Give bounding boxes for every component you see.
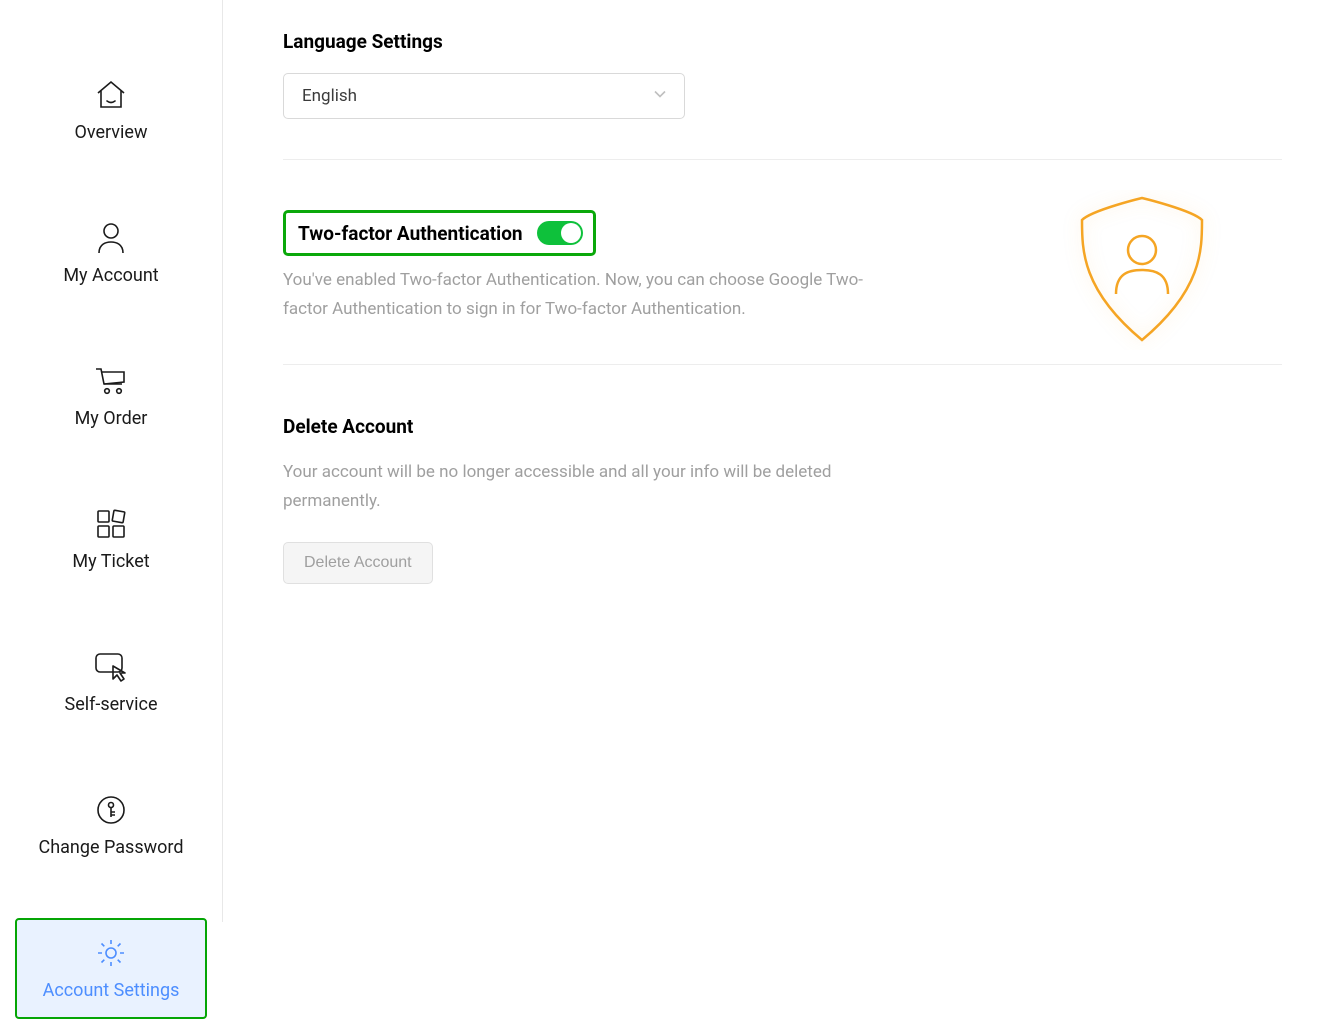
toggle-knob — [561, 223, 581, 243]
sidebar-item-label: My Ticket — [72, 551, 149, 572]
sidebar-item-self-service[interactable]: Self-service — [15, 632, 207, 733]
delete-account-description: Your account will be no longer accessibl… — [283, 458, 863, 516]
sidebar-item-my-ticket[interactable]: My Ticket — [15, 489, 207, 590]
delete-account-section: Delete Account Your account will be no l… — [283, 364, 1282, 624]
language-selected-value: English — [302, 86, 357, 106]
sidebar-item-label: Overview — [75, 122, 148, 143]
sidebar: Overview My Account My Order — [0, 0, 223, 922]
sidebar-item-overview[interactable]: Overview — [15, 60, 207, 161]
sidebar-item-account-settings[interactable]: Account Settings — [15, 918, 207, 1019]
sidebar-item-change-password[interactable]: Change Password — [15, 775, 207, 876]
home-icon — [94, 78, 128, 112]
two-factor-toggle[interactable] — [537, 221, 583, 245]
gear-icon — [96, 936, 126, 970]
two-factor-highlight: Two-factor Authentication — [283, 210, 596, 256]
main-content: Language Settings English Two-factor Aut… — [223, 0, 1342, 922]
language-select[interactable]: English — [283, 73, 685, 119]
delete-account-title: Delete Account — [283, 415, 1282, 438]
delete-account-button[interactable]: Delete Account — [283, 542, 433, 584]
chevron-down-icon — [652, 86, 668, 107]
sidebar-item-label: Self-service — [65, 694, 158, 715]
user-icon — [96, 221, 126, 255]
cursor-icon — [93, 650, 129, 684]
two-factor-title: Two-factor Authentication — [298, 222, 523, 245]
sidebar-item-label: My Account — [63, 265, 158, 286]
security-shield-icon — [1062, 190, 1222, 350]
language-settings-section: Language Settings English — [283, 30, 1282, 159]
sidebar-item-my-order[interactable]: My Order — [15, 346, 207, 447]
sidebar-item-label: My Order — [75, 408, 148, 429]
key-icon — [96, 793, 126, 827]
cart-icon — [94, 364, 128, 398]
sidebar-item-my-account[interactable]: My Account — [15, 203, 207, 304]
two-factor-description: You've enabled Two-factor Authentication… — [283, 266, 863, 324]
grid-icon — [95, 507, 127, 541]
sidebar-item-label: Account Settings — [43, 980, 180, 1001]
language-settings-title: Language Settings — [283, 30, 1282, 53]
sidebar-item-label: Change Password — [39, 837, 184, 858]
